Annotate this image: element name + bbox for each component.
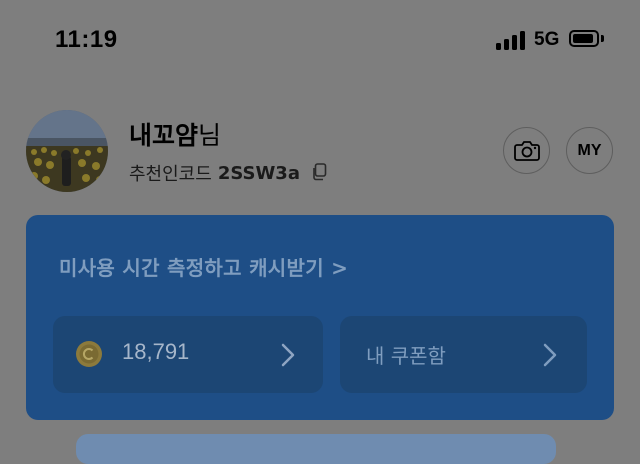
user-name: 내꼬얌님 [129,116,221,152]
status-time: 11:19 [55,26,118,53]
cash-headline-link[interactable]: 미사용 시간 측정하고 캐시받기 > [59,252,348,281]
battery-tip [601,35,604,42]
referral-code: 2SSW3a [217,162,300,184]
avatar[interactable] [26,110,108,192]
next-card[interactable] [76,434,556,464]
chevron-right-icon [543,343,557,367]
user-name-suffix: 님 [198,121,222,150]
battery-icon [569,30,599,47]
my-button-label: MY [577,141,602,159]
user-name-text: 내꼬얌 [129,121,199,150]
chevron-right-icon [281,343,295,367]
referral-line: 추천인코드 2SSW3a [129,160,300,186]
coin-icon [76,341,102,367]
camera-icon [513,140,540,161]
my-button[interactable]: MY [566,127,613,174]
network-type: 5G [534,29,560,50]
coupon-label: 내 쿠폰함 [366,344,446,368]
referral-label: 추천인코드 [129,164,212,185]
copy-icon[interactable] [311,163,327,181]
avatar-photo [26,110,108,192]
points-value: 18,791 [122,339,190,364]
signal-icon [496,30,526,50]
camera-button[interactable] [503,127,550,174]
